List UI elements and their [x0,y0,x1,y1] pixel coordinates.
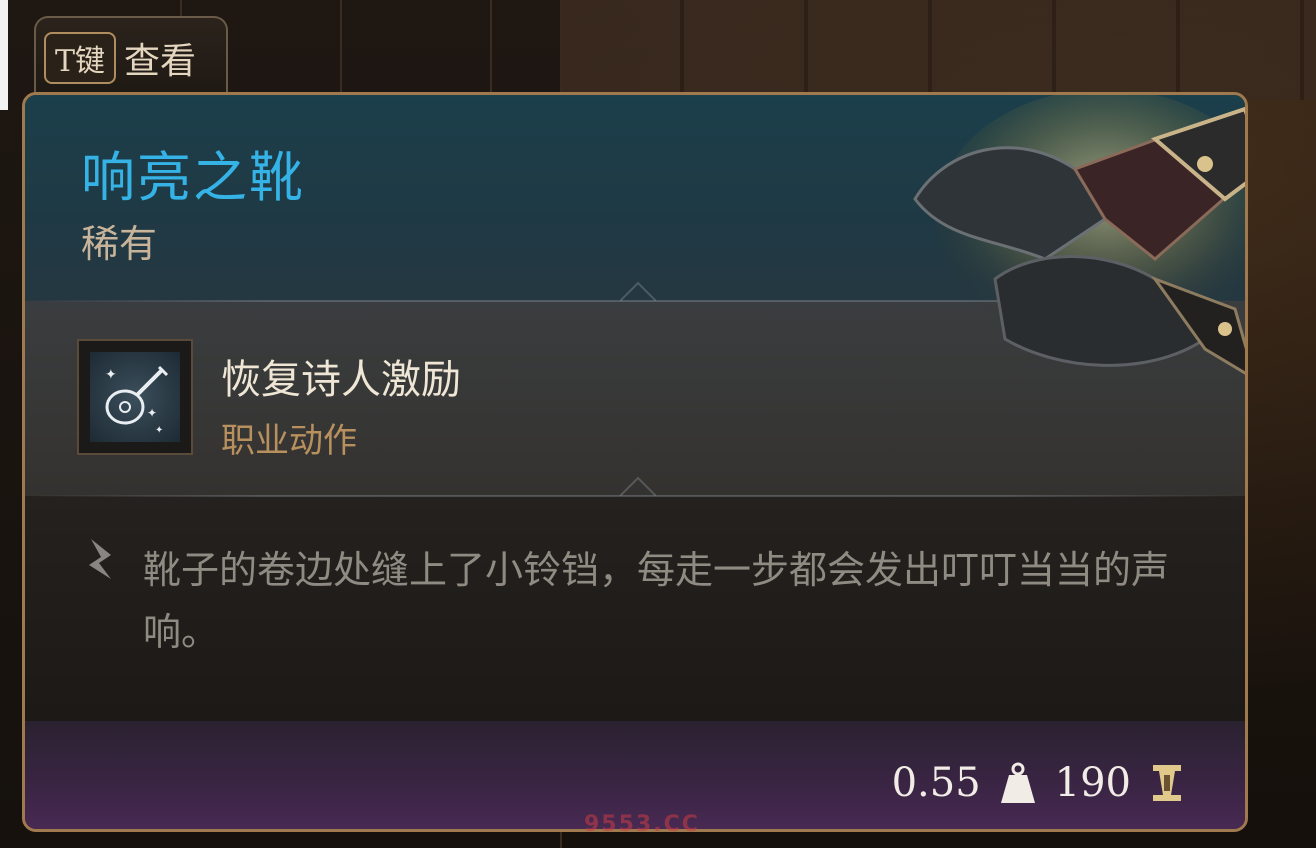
panel-divider [490,0,492,100]
inspect-label[interactable]: 查看 [124,32,196,84]
watermark: 9553.CC [584,812,700,837]
action-icon-frame[interactable]: ✦ ✦ ✦ [77,339,193,455]
wall-background [560,0,1316,100]
gold-icon [1149,763,1185,803]
svg-text:✦: ✦ [105,367,117,383]
lute-icon: ✦ ✦ ✦ [90,352,180,442]
item-rarity: 稀有 [81,222,158,266]
item-tooltip: 响亮之靴 稀有 ✦ ✦ ✦ 恢复诗人激励 职业动作 靴子的卷边处缝上了小铃铛，每… [22,92,1248,832]
boots-icon [905,95,1245,389]
item-name: 响亮之靴 [81,146,305,209]
quote-icon [81,535,117,585]
action-type: 职业动作 [221,421,357,461]
gold-value: 190 [1054,760,1131,806]
weight-icon [999,761,1037,805]
svg-text:✦: ✦ [155,425,163,436]
item-description: 靴子的卷边处缝上了小铃铛，每走一步都会发出叮叮当当的声响。 [143,548,1170,654]
action-name: 恢复诗人激励 [221,357,461,403]
window-edge [0,0,8,110]
svg-text:✦: ✦ [147,406,157,420]
panel-divider [340,0,342,100]
item-stats: 0.55 190 [892,755,1185,811]
t-key-badge[interactable]: T键 [44,32,116,84]
weight-value: 0.55 [891,760,981,806]
